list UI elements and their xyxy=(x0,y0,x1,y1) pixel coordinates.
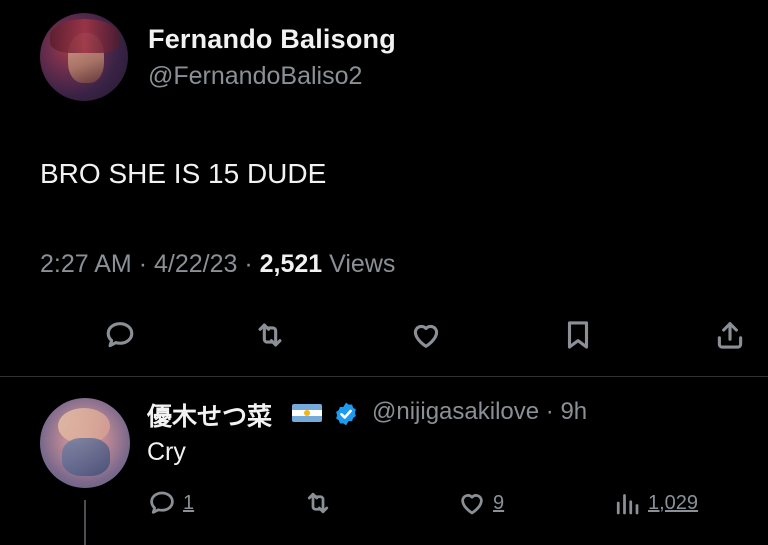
retweet-icon xyxy=(307,492,329,514)
like-button[interactable] xyxy=(406,315,446,355)
meta-separator: · xyxy=(545,398,554,425)
reply-reply-button[interactable]: 1 xyxy=(147,488,194,518)
reply-author-handle[interactable]: @nijigasakilove xyxy=(372,398,539,425)
retweet-button[interactable] xyxy=(250,315,290,355)
thread-line xyxy=(84,500,86,545)
reply-age[interactable]: 9h xyxy=(560,398,587,425)
view-count: 1,029 xyxy=(648,491,699,514)
verified-badge-icon xyxy=(336,402,356,426)
tweet-text: BRO SHE IS 15 DUDE xyxy=(40,158,327,189)
reply-icon xyxy=(106,322,134,348)
share-button[interactable] xyxy=(710,315,750,355)
views-chart-icon xyxy=(616,494,639,515)
reply-author-avatar[interactable] xyxy=(40,398,130,488)
views-count: 2,521 xyxy=(259,250,323,278)
views-label: Views xyxy=(329,250,396,278)
reply-icon xyxy=(150,491,174,514)
meta-separator: · xyxy=(244,250,253,278)
meta-separator: · xyxy=(138,250,148,278)
author-handle[interactable]: @FernandoBaliso2 xyxy=(148,62,362,91)
argentina-flag-icon xyxy=(292,404,322,422)
tweet-meta: 2:27 AM · 4/22/23 · 2,521 Views xyxy=(40,250,395,279)
like-icon xyxy=(413,324,439,348)
author-avatar[interactable] xyxy=(40,13,128,101)
reply-author-handle-and-age: @nijigasakilove · 9h xyxy=(372,398,587,426)
reply-button[interactable] xyxy=(100,315,140,355)
tweet-time[interactable]: 2:27 AM xyxy=(40,250,132,278)
reply-like-button[interactable]: 9 xyxy=(457,488,504,518)
retweet-icon xyxy=(258,323,282,347)
reply-text: Cry xyxy=(147,438,186,466)
tweet-date[interactable]: 4/22/23 xyxy=(154,250,237,278)
author-display-name[interactable]: Fernando Balisong xyxy=(148,24,396,55)
like-count: 9 xyxy=(493,491,505,514)
bookmark-button[interactable] xyxy=(558,315,598,355)
divider xyxy=(0,376,768,377)
reply-count: 1 xyxy=(183,491,195,514)
share-icon xyxy=(717,322,743,349)
bookmark-icon xyxy=(567,321,589,349)
like-icon xyxy=(461,494,483,515)
reply-views-button[interactable]: 1,029 xyxy=(612,488,698,518)
reply-author-display-name[interactable]: 優木せつ菜 xyxy=(147,397,272,433)
reply-retweet-button[interactable] xyxy=(303,488,333,518)
